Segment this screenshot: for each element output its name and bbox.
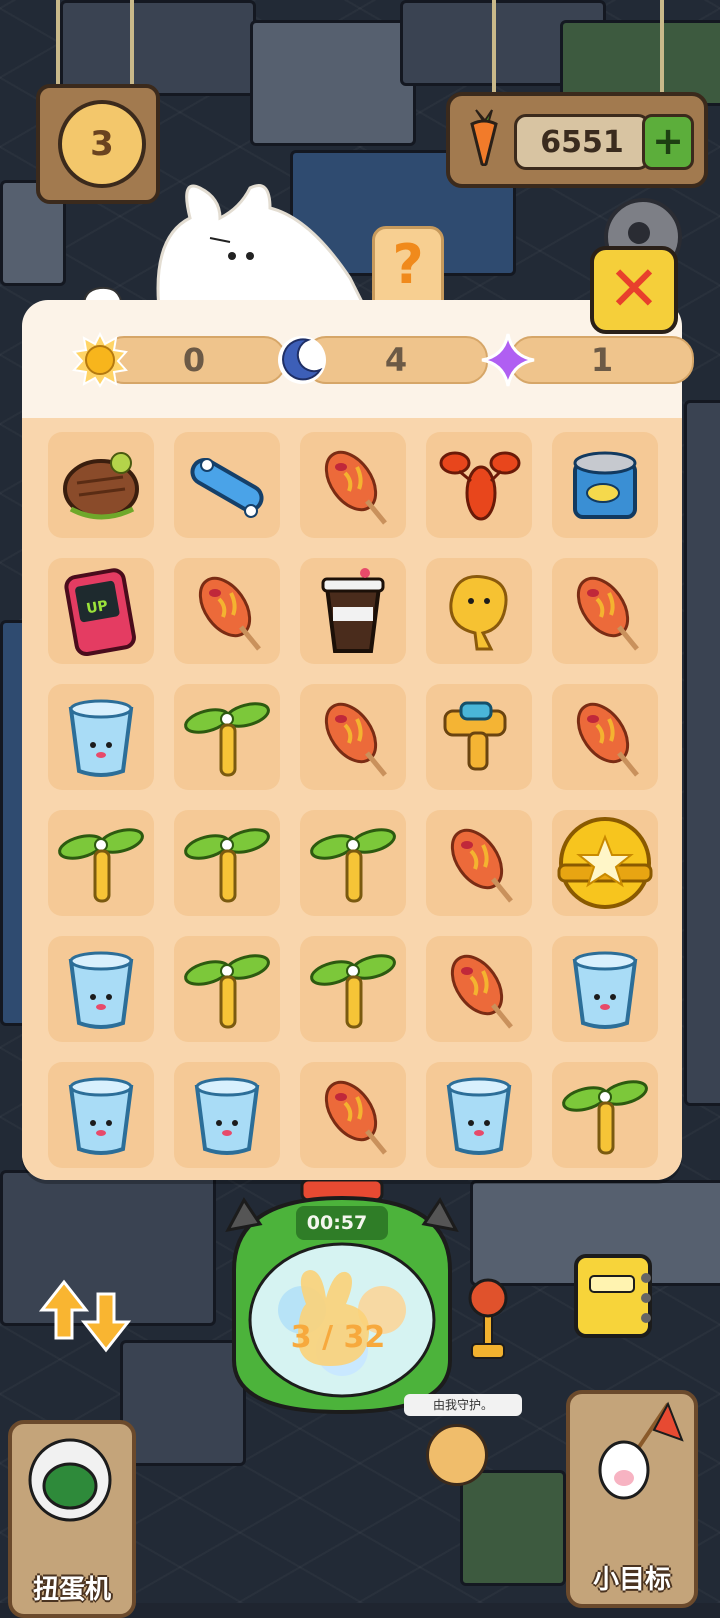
add-carrots-button[interactable]: + — [642, 114, 694, 170]
rope — [130, 0, 134, 86]
grid-cell[interactable] — [48, 810, 154, 916]
rope — [660, 0, 664, 94]
building — [250, 20, 416, 146]
grid-cell[interactable] — [174, 558, 280, 664]
moon-count: 4 — [304, 336, 488, 384]
lion-character[interactable] — [426, 1424, 488, 1486]
grid-cell[interactable] — [300, 684, 406, 790]
sparkle-stat: 1 — [480, 332, 694, 387]
notebook-icon[interactable] — [566, 1248, 658, 1340]
corndog-icon — [576, 576, 639, 651]
close-button[interactable]: ✕ — [590, 246, 678, 334]
grid-cell[interactable] — [48, 432, 154, 538]
corndog-icon — [198, 576, 261, 651]
steak-icon — [63, 452, 139, 520]
fried-chicken-icon — [449, 575, 508, 651]
water-gun-icon — [443, 701, 507, 771]
lobster-icon — [439, 451, 521, 521]
glass-cup-icon — [68, 1077, 134, 1155]
machine-lever[interactable] — [464, 1276, 514, 1360]
grid-cell[interactable] — [552, 684, 658, 790]
grid-cell[interactable] — [174, 684, 280, 790]
machine-progress: 3 / 32 — [290, 1320, 386, 1355]
glass-cup-icon — [68, 699, 134, 777]
sun-count: 0 — [102, 336, 286, 384]
corndog-icon — [450, 828, 513, 903]
corndog-icon — [324, 702, 387, 777]
corndog-icon — [450, 954, 513, 1029]
glass-cup-icon — [446, 1077, 512, 1155]
grid-cell[interactable] — [552, 810, 658, 916]
grid-cell[interactable] — [426, 1062, 532, 1168]
grid-cell[interactable] — [426, 936, 532, 1042]
grid-cell[interactable] — [174, 432, 280, 538]
golden-star-capsule-icon — [557, 817, 653, 909]
canned-fish-icon — [573, 451, 637, 519]
corndog-icon — [324, 1080, 387, 1155]
grid-cell[interactable] — [48, 936, 154, 1042]
sparkle-count: 1 — [510, 336, 694, 384]
astronaut-icon — [28, 1438, 112, 1522]
propeller-icon — [184, 954, 270, 1029]
glass-cup-icon — [194, 1077, 260, 1155]
corndog-icon — [576, 702, 639, 777]
grid-cell[interactable] — [300, 432, 406, 538]
grid-cell[interactable] — [552, 1062, 658, 1168]
rope — [56, 0, 60, 86]
moon-icon — [278, 336, 326, 384]
skateboard-icon — [190, 458, 264, 518]
grid-cell[interactable] — [426, 558, 532, 664]
grid-cell[interactable] — [300, 936, 406, 1042]
grid-cell[interactable] — [426, 810, 532, 916]
sun-stat: 0 — [72, 332, 286, 388]
propeller-icon — [58, 828, 144, 903]
level-badge: 3 — [58, 100, 146, 188]
swap-arrows-icon[interactable] — [38, 1278, 132, 1354]
grid-cell[interactable] — [174, 1062, 280, 1168]
help-button[interactable]: ? — [372, 226, 444, 304]
grid-cell[interactable] — [552, 432, 658, 538]
building — [460, 1470, 566, 1586]
bunny-mascot — [156, 184, 370, 318]
grid-cell[interactable] — [300, 558, 406, 664]
propeller-icon — [310, 954, 396, 1029]
carrot-count: 6551 — [514, 114, 650, 170]
propeller-icon — [310, 828, 396, 903]
goal-button[interactable]: 小目标 — [566, 1390, 698, 1608]
grid-cell[interactable] — [174, 810, 280, 916]
grid-cell[interactable] — [48, 1062, 154, 1168]
grid-cell[interactable] — [426, 432, 532, 538]
level-up-console-icon: UP — [64, 568, 136, 657]
gacha-button[interactable]: 扭蛋机 — [8, 1420, 136, 1618]
machine-timer: 00:57 — [306, 1212, 368, 1234]
carrot-counter: 6551 + — [446, 92, 708, 188]
rope — [492, 0, 496, 94]
gacha-label: 扭蛋机 — [32, 1575, 111, 1605]
grid-cell[interactable] — [426, 684, 532, 790]
building — [60, 0, 256, 96]
grid-cell[interactable]: UP — [48, 558, 154, 664]
glass-cup-icon — [68, 951, 134, 1029]
grid-cell[interactable] — [174, 936, 280, 1042]
propeller-icon — [562, 1080, 648, 1155]
propeller-icon — [184, 702, 270, 777]
moon-stat: 4 — [274, 332, 488, 384]
iced-coffee-icon — [321, 568, 385, 653]
grid-cell[interactable] — [48, 684, 154, 790]
item-grid: UP — [22, 418, 682, 1180]
grid-cell[interactable] — [300, 810, 406, 916]
glass-cup-icon — [572, 951, 638, 1029]
paw-flag-icon — [598, 1401, 684, 1500]
grid-cell[interactable] — [552, 936, 658, 1042]
grid-cell[interactable] — [300, 1062, 406, 1168]
building — [684, 400, 720, 1106]
goal-label: 小目标 — [592, 1565, 671, 1595]
speech-bubble: 由我守护。 — [404, 1394, 522, 1416]
carrot-icon — [470, 109, 498, 166]
sun-icon — [72, 332, 128, 388]
corndog-icon — [324, 450, 387, 525]
propeller-icon — [184, 828, 270, 903]
grid-cell[interactable] — [552, 558, 658, 664]
sparkle-icon — [481, 333, 535, 387]
